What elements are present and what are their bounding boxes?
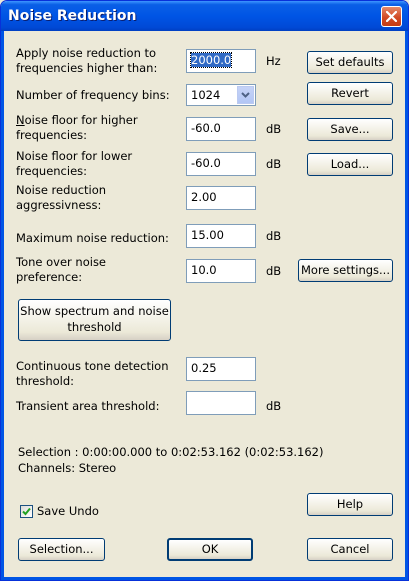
freq-bins-label: Number of frequency bins: bbox=[16, 88, 170, 102]
noise-floor-high-input[interactable]: -60.0 bbox=[186, 117, 256, 141]
freq-threshold-label: Apply noise reduction to frequencies hig… bbox=[16, 46, 158, 75]
transient-threshold-label: Transient area threshold: bbox=[16, 399, 160, 413]
continuous-tone-input[interactable]: 0.25 bbox=[186, 357, 256, 381]
aggressiveness-label: Noise reduction aggressivness: bbox=[16, 183, 107, 212]
channels-info: Channels: Stereo bbox=[18, 461, 117, 475]
max-reduction-input[interactable]: 15.00 bbox=[186, 224, 256, 248]
noise-floor-high-unit: dB bbox=[266, 122, 282, 136]
aggressiveness-input[interactable]: 2.00 bbox=[186, 186, 256, 210]
ok-button[interactable]: OK bbox=[167, 538, 253, 561]
freq-bins-value: 1024 bbox=[191, 88, 221, 102]
title-bar[interactable]: Noise Reduction bbox=[1, 1, 408, 31]
noise-floor-low-unit: dB bbox=[266, 157, 282, 171]
set-defaults-button[interactable]: Set defaults bbox=[307, 51, 393, 74]
load-button[interactable]: Load... bbox=[307, 153, 393, 176]
tone-preference-input[interactable]: 10.0 bbox=[186, 259, 256, 283]
tone-preference-unit: dB bbox=[266, 264, 282, 278]
transient-threshold-unit: dB bbox=[266, 399, 282, 413]
selection-info: Selection : 0:00:00.000 to 0:02:53.162 (… bbox=[18, 445, 324, 459]
noise-floor-high-label: Noise floor for higher frequencies: bbox=[16, 113, 138, 142]
max-reduction-unit: dB bbox=[266, 229, 282, 243]
save-undo-checkbox[interactable] bbox=[20, 505, 33, 518]
selection-button[interactable]: Selection... bbox=[18, 538, 105, 561]
close-button[interactable] bbox=[381, 6, 402, 27]
chevron-down-icon[interactable] bbox=[237, 86, 254, 104]
revert-button[interactable]: Revert bbox=[307, 82, 393, 105]
noise-floor-low-label: Noise floor for lower frequencies: bbox=[16, 149, 133, 178]
max-reduction-label: Maximum noise reduction: bbox=[16, 231, 169, 245]
save-undo-label: Save Undo bbox=[37, 504, 99, 518]
transient-threshold-input[interactable] bbox=[186, 391, 256, 415]
continuous-tone-label: Continuous tone detection threshold: bbox=[16, 359, 169, 388]
noise-floor-low-input[interactable]: -60.0 bbox=[186, 152, 256, 176]
save-button[interactable]: Save... bbox=[307, 118, 393, 141]
freq-threshold-input[interactable]: 2000.0 bbox=[186, 49, 256, 73]
noise-reduction-dialog: Noise Reduction Apply noise reduction to… bbox=[0, 0, 409, 581]
freq-bins-select[interactable]: 1024 bbox=[186, 84, 256, 106]
more-settings-button[interactable]: More settings... bbox=[298, 259, 393, 282]
help-button[interactable]: Help bbox=[307, 493, 393, 516]
freq-unit: Hz bbox=[266, 54, 281, 68]
cancel-button[interactable]: Cancel bbox=[307, 538, 393, 561]
tone-preference-label: Tone over noise preference: bbox=[16, 255, 107, 284]
show-spectrum-button[interactable]: Show spectrum and noise threshold bbox=[18, 299, 171, 341]
check-icon bbox=[22, 507, 31, 516]
close-icon bbox=[386, 11, 397, 22]
window-title: Noise Reduction bbox=[8, 8, 137, 24]
